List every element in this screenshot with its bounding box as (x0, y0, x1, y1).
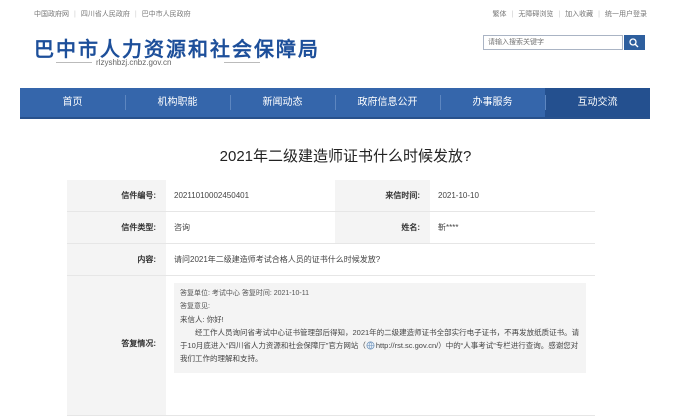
reply-greeting: 来信人: 你好! (180, 314, 224, 324)
reply-unit-time: 答复单位: 考试中心 答复时间: 2021-10-11 (180, 289, 310, 297)
nav-item-news[interactable]: 新闻动态 (230, 88, 335, 117)
content-value: 请问2021年二级建造师考试合格人员的证书什么时候发放? (166, 243, 595, 276)
site-header: 巴中市人力资源和社会保障局 rlzyshbzj.cnbz.gov.cn (0, 22, 691, 88)
reply-opinion-heading: 答复意见: (180, 302, 210, 310)
reply-website-link[interactable]: http://rst.sc.gov.cn/ (376, 341, 438, 350)
search-button[interactable] (624, 35, 645, 50)
reply-label: 答复情况: (67, 275, 166, 416)
decorative-line (224, 62, 260, 63)
sender-name-label: 姓名: (335, 211, 430, 244)
nav-item-gov-info[interactable]: 政府信息公开 (335, 88, 440, 117)
reply-cell: 答复单位: 考试中心 答复时间: 2021-10-11 答复意见: 来信人: 你… (166, 275, 595, 416)
table-row: 信件类型: 咨询 姓名: 靳**** (67, 211, 595, 244)
globe-icon (366, 341, 375, 349)
nav-item-home[interactable]: 首页 (20, 88, 125, 117)
letter-number-value: 20211010002450401 (166, 180, 335, 212)
sender-name-value: 靳**** (430, 211, 595, 244)
link-bazhong-gov[interactable]: 巴中市人民政府 (142, 11, 191, 18)
table-row: 信件编号: 20211010002450401 来信时间: 2021-10-10 (67, 180, 595, 212)
link-accessibility[interactable]: 无障碍浏览 (518, 11, 553, 18)
table-row: 答复情况: 答复单位: 考试中心 答复时间: 2021-10-11 答复意见: … (67, 275, 595, 416)
reply-box: 答复单位: 考试中心 答复时间: 2021-10-11 答复意见: 来信人: 你… (174, 282, 586, 373)
link-add-favorite[interactable]: 加入收藏 (565, 11, 593, 18)
letter-number-label: 信件编号: (67, 180, 166, 212)
page-title: 2021年二级建造师证书什么时候发放? (219, 148, 472, 165)
decorative-line (56, 62, 92, 63)
letter-type-value: 咨询 (166, 211, 335, 244)
nav-item-organization[interactable]: 机构职能 (125, 88, 230, 117)
gov-links: 中国政府网 | 四川省人民政府 | 巴中市人民政府 (34, 9, 191, 19)
top-utility-bar: 中国政府网 | 四川省人民政府 | 巴中市人民政府 繁体 | 无障碍浏览 | 加入收藏 | 统一用户… (0, 0, 691, 22)
site-title[interactable]: 巴中市人力资源和社会保障局 (34, 33, 320, 62)
link-unified-login[interactable]: 统一用户登录 (605, 11, 647, 18)
letter-type-label: 信件类型: (67, 211, 166, 244)
divider: | (558, 11, 561, 18)
search-input[interactable] (483, 35, 623, 50)
content-label: 内容: (67, 243, 166, 276)
search-icon (629, 38, 639, 48)
utility-links: 繁体 | 无障碍浏览 | 加入收藏 | 统一用户登录 (493, 9, 647, 19)
nav-item-services[interactable]: 办事服务 (440, 88, 545, 117)
divider: | (511, 11, 514, 18)
site-domain: rlzyshbzj.cnbz.gov.cn (96, 58, 172, 67)
main-nav: 首页 机构职能 新闻动态 政府信息公开 办事服务 互动交流 (20, 88, 650, 119)
reply-body: 经工作人员询问省考试中心证书管理部后得知，2021年的二级建造师证书全部实行电子… (180, 326, 580, 365)
divider: | (134, 11, 137, 18)
divider: | (74, 11, 76, 18)
link-sichuan-gov[interactable]: 四川省人民政府 (81, 11, 130, 18)
divider: | (598, 11, 600, 18)
letter-time-label: 来信时间: (335, 180, 430, 212)
letter-time-value: 2021-10-10 (430, 180, 595, 212)
nav-item-interaction[interactable]: 互动交流 (545, 88, 650, 117)
link-central-gov[interactable]: 中国政府网 (34, 11, 69, 18)
table-row: 内容: 请问2021年二级建造师考试合格人员的证书什么时候发放? (67, 243, 595, 276)
link-traditional-chinese[interactable]: 繁体 (493, 11, 507, 18)
letter-detail-table: 信件编号: 20211010002450401 来信时间: 2021-10-10… (67, 180, 595, 416)
